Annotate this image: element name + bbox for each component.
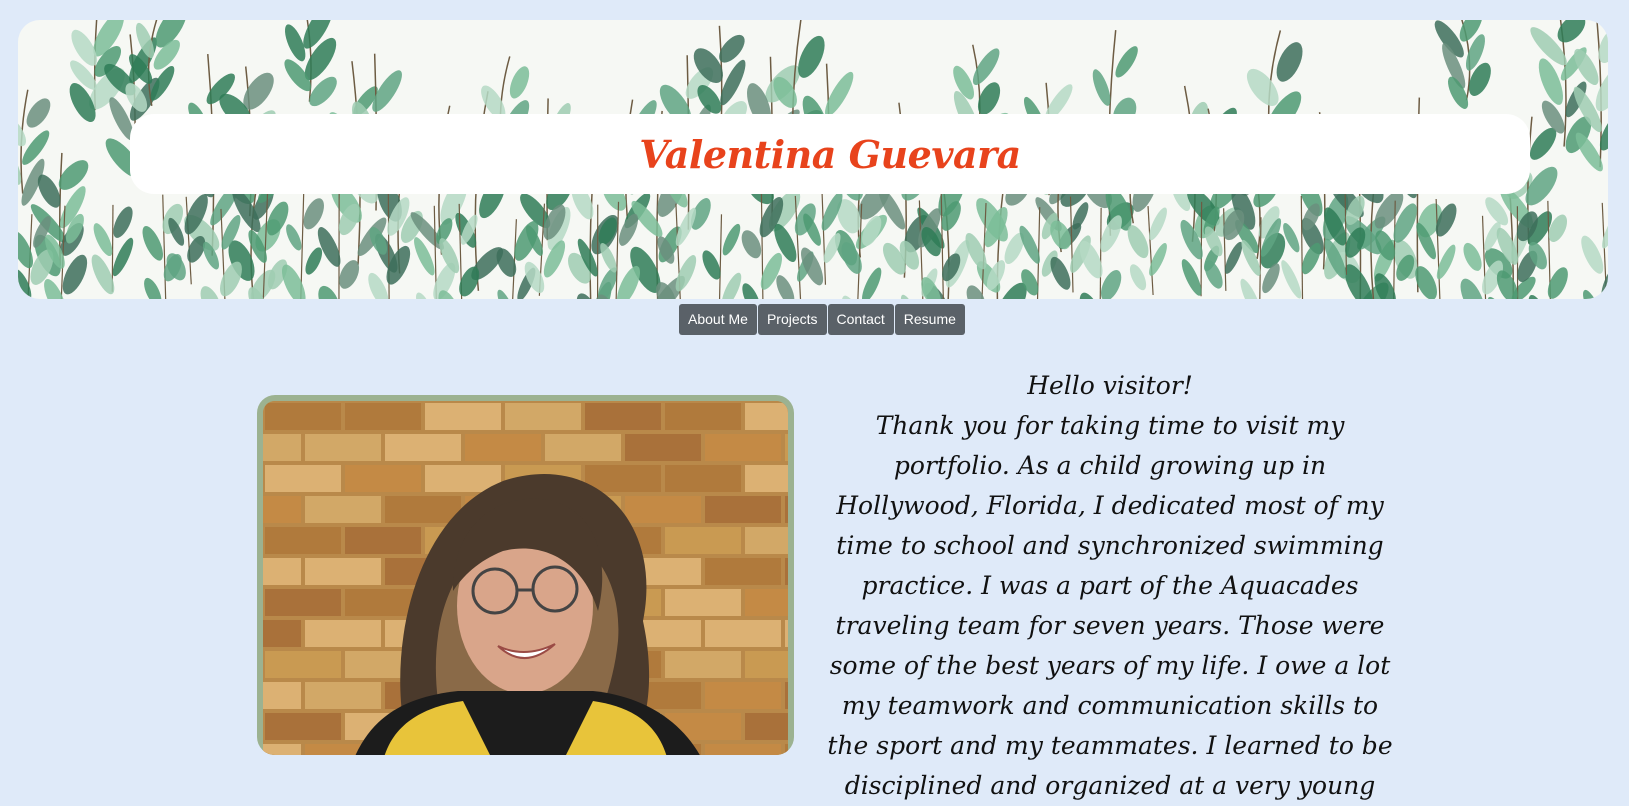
- profile-photo: [263, 401, 788, 755]
- main-nav: About Me Projects Contact Resume: [679, 304, 965, 335]
- nav-resume-button[interactable]: Resume: [894, 304, 965, 335]
- greeting-text: Hello visitor!: [1027, 371, 1193, 400]
- about-body-text: Thank you for taking time to visit my po…: [827, 411, 1393, 800]
- nav-contact-button[interactable]: Contact: [827, 304, 894, 335]
- header-banner: Valentina Guevara: [18, 20, 1608, 299]
- nav-projects-button[interactable]: Projects: [757, 304, 827, 335]
- nav-about-me-button[interactable]: About Me: [679, 304, 757, 335]
- profile-photo-image: [263, 401, 788, 755]
- about-intro: Hello visitor! Thank you for taking time…: [820, 366, 1400, 806]
- title-box: Valentina Guevara: [130, 114, 1530, 194]
- profile-photo-frame: [257, 395, 794, 755]
- site-title: Valentina Guevara: [639, 131, 1021, 177]
